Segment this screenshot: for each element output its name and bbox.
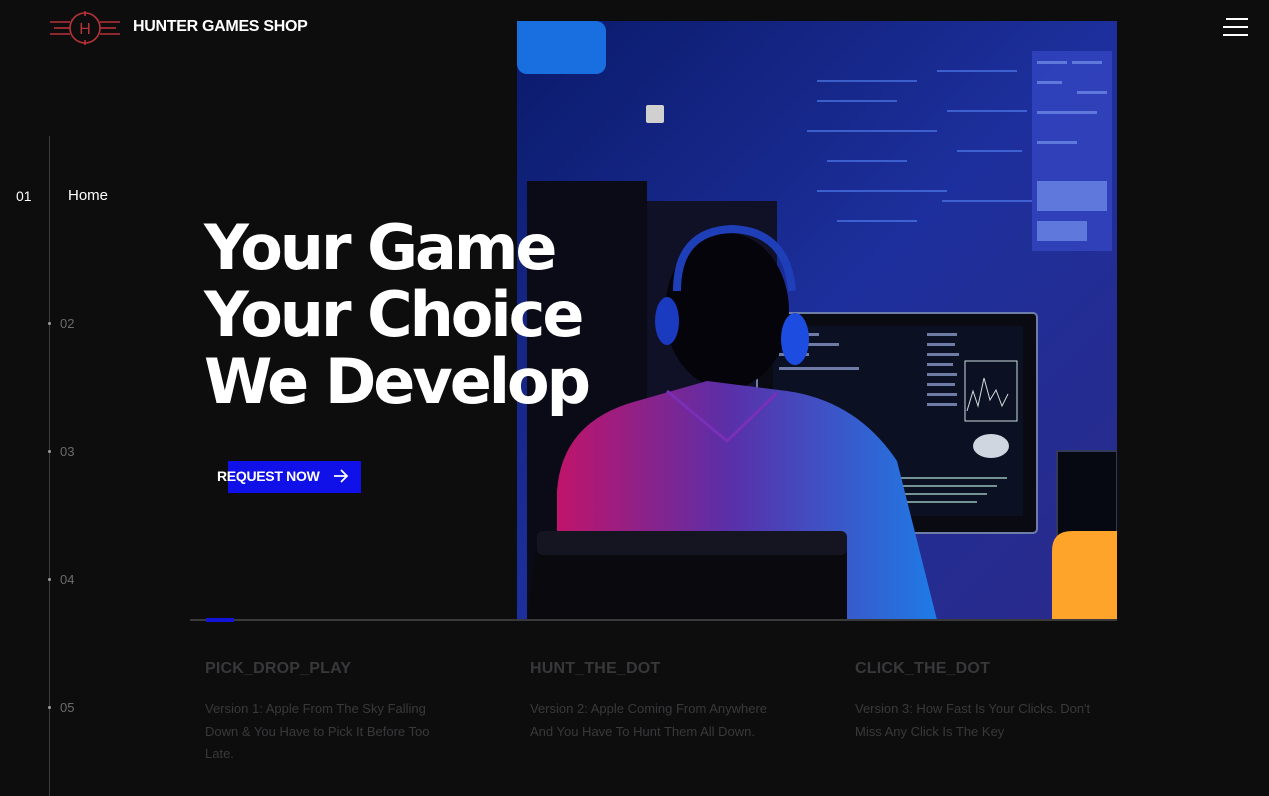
menu-button[interactable] bbox=[1223, 18, 1248, 38]
nav-item-04[interactable]: 04 bbox=[60, 572, 74, 587]
hamburger-icon bbox=[1226, 18, 1248, 20]
hero-headline: Your Game Your Choice We Develop bbox=[204, 211, 591, 418]
game-title[interactable]: HUNT_THE_DOT bbox=[530, 660, 790, 678]
logo-letter: H bbox=[79, 21, 91, 38]
nav-item-03[interactable]: 03 bbox=[60, 444, 74, 459]
headline-line-3: We Develop bbox=[204, 345, 591, 418]
game-card-pick-drop-play[interactable]: PICK_DROP_PLAY Version 1: Apple From The… bbox=[205, 660, 465, 766]
logo-icon[interactable]: H bbox=[48, 8, 122, 48]
game-card-hunt-the-dot[interactable]: HUNT_THE_DOT Version 2: Apple Coming Fro… bbox=[530, 660, 790, 743]
game-description: Version 2: Apple Coming From Anywhere An… bbox=[530, 701, 768, 739]
nav-dot bbox=[48, 322, 51, 325]
headline-line-2: Your Choice bbox=[204, 278, 584, 351]
slide-progress-fill bbox=[206, 618, 234, 622]
brand-name[interactable]: HUNTER GAMES SHOP bbox=[133, 18, 308, 36]
arrow-right-icon bbox=[334, 469, 349, 483]
nav-item-home-label[interactable]: Home bbox=[68, 187, 108, 204]
game-title[interactable]: CLICK_THE_DOT bbox=[855, 660, 1115, 678]
game-title[interactable]: PICK_DROP_PLAY bbox=[205, 660, 465, 678]
nav-dot bbox=[48, 450, 51, 453]
nav-item-01[interactable]: 01 bbox=[16, 188, 32, 204]
headline-line-1: Your Game bbox=[204, 211, 557, 284]
nav-dot bbox=[48, 706, 51, 709]
nav-dot bbox=[48, 578, 51, 581]
game-description: Version 1: Apple From The Sky Falling Do… bbox=[205, 701, 430, 761]
nav-number: 01 bbox=[16, 188, 32, 204]
section-rail bbox=[49, 136, 50, 796]
game-description: Version 3: How Fast Is Your Clicks. Don'… bbox=[855, 701, 1091, 739]
game-card-click-the-dot[interactable]: CLICK_THE_DOT Version 3: How Fast Is You… bbox=[855, 660, 1115, 743]
nav-item-05[interactable]: 05 bbox=[60, 700, 74, 715]
hero-image bbox=[517, 21, 1117, 620]
slide-progress-track bbox=[190, 619, 1117, 621]
request-now-label[interactable]: REQUEST NOW bbox=[217, 468, 320, 484]
nav-item-02[interactable]: 02 bbox=[60, 316, 74, 331]
